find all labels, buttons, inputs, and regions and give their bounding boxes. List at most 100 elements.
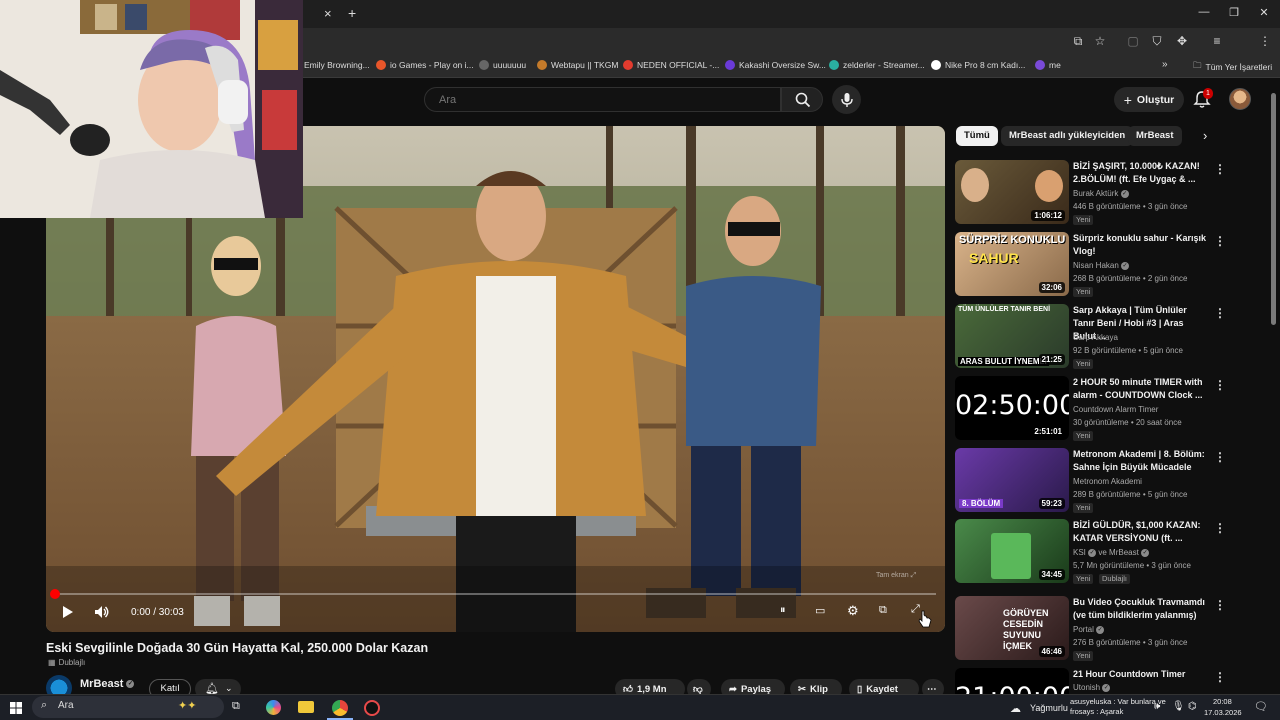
- puzzle-icon[interactable]: ✥: [1175, 34, 1189, 48]
- weather-label[interactable]: Yağmurlu: [1030, 703, 1068, 713]
- more-vertical-icon[interactable]: ⋮: [1214, 306, 1226, 320]
- more-vertical-icon[interactable]: ⋮: [1214, 670, 1225, 684]
- recommendation-title[interactable]: Metronom Akademi | 8. Bölüm: Sahne İçin …: [1073, 448, 1207, 474]
- restore-icon[interactable]: ❐: [1226, 6, 1242, 19]
- recommendation-item[interactable]: 1:06:12 BİZİ ŞAŞIRT, 10.000₺ KAZAN! 2.BÖ…: [955, 160, 1226, 226]
- chip-channel[interactable]: MrBeast: [1128, 126, 1182, 146]
- recommendation-title[interactable]: 21 Hour Countdown Timer: [1073, 668, 1207, 681]
- more-vertical-icon[interactable]: ⋮: [1214, 234, 1226, 248]
- bookmark-favicon-icon: [376, 60, 386, 70]
- obs-icon[interactable]: [364, 700, 380, 716]
- recommendation-channel[interactable]: Portal ✓: [1073, 625, 1105, 634]
- clock-time[interactable]: 20:08: [1213, 697, 1232, 706]
- recommendation-item[interactable]: 34:45 BİZİ GÜLDÜR, $1,000 KAZAN: KATAR V…: [955, 519, 1226, 585]
- bookmark-item[interactable]: Kakashi Oversize Sw...: [725, 60, 826, 70]
- bookmark-item[interactable]: io Games - Play on i...: [376, 60, 474, 70]
- more-vertical-icon[interactable]: ⋮: [1214, 378, 1226, 392]
- network-icon[interactable]: ⌬: [1188, 701, 1197, 712]
- video-thumbnail[interactable]: 21:00:00: [955, 668, 1069, 694]
- play-icon[interactable]: [60, 605, 74, 619]
- subtitles-icon[interactable]: ▭: [815, 604, 825, 617]
- video-thumbnail[interactable]: TÜM ÜNLÜLER TANIR BENİ ARAS BULUT İYNEML…: [955, 304, 1069, 368]
- bookmark-item[interactable]: uuuuuuu: [479, 60, 526, 70]
- search-button[interactable]: [781, 87, 823, 112]
- recommendation-title[interactable]: Bu Video Çocukluk Travmamdı (ve tüm bild…: [1073, 596, 1207, 622]
- chrome-icon[interactable]: [332, 700, 348, 716]
- channel-name[interactable]: MrBeast ✓: [80, 678, 135, 690]
- more-bookmarks-icon[interactable]: »: [1162, 59, 1168, 70]
- recommendation-channel[interactable]: Utonish ✓: [1073, 683, 1111, 692]
- recommendation-item[interactable]: 02:50:00 2:51:01 2 HOUR 50 minute TIMER …: [955, 376, 1226, 442]
- close-tab-icon[interactable]: ×: [324, 6, 332, 21]
- menu-kebab-icon[interactable]: ⋮: [1258, 34, 1272, 48]
- chip-from-uploader[interactable]: MrBeast adlı yükleyiciden: [1001, 126, 1134, 146]
- miniplayer-icon[interactable]: ⧉: [879, 604, 887, 617]
- video-thumbnail[interactable]: 34:45: [955, 519, 1069, 583]
- volume-tray-icon[interactable]: 🕪︎: [1154, 701, 1160, 712]
- recommendation-channel[interactable]: Burak Aktürk ✓: [1073, 189, 1129, 198]
- task-view-icon[interactable]: ⧉: [232, 700, 240, 713]
- duration-badge: 21:25: [1038, 354, 1065, 365]
- chip-all[interactable]: Tümü: [956, 126, 998, 146]
- close-window-icon[interactable]: ✕: [1256, 6, 1272, 19]
- bookmark-item[interactable]: Webtapu || TKGM: [537, 60, 618, 70]
- bookmark-item[interactable]: me: [1035, 60, 1061, 70]
- copilot-icon[interactable]: [266, 700, 281, 715]
- search-input[interactable]: [424, 87, 781, 112]
- voice-search-button[interactable]: [832, 85, 861, 114]
- windows-start-icon[interactable]: [10, 702, 22, 714]
- recommendation-item[interactable]: 21:00:00 21 Hour Countdown Timer Utonish…: [955, 668, 1225, 694]
- video-thumbnail[interactable]: 1:06:12: [955, 160, 1069, 224]
- create-button[interactable]: + Oluştur: [1114, 87, 1184, 112]
- recommendation-channel[interactable]: Metronom Akademi: [1073, 477, 1142, 486]
- bookmark-item[interactable]: Emily Browning...: [304, 60, 370, 70]
- recommendation-channel[interactable]: Sarp Akkaya: [1073, 333, 1118, 342]
- recommendation-title[interactable]: 2 HOUR 50 minute TIMER with alarm - COUN…: [1073, 376, 1207, 402]
- media-icon[interactable]: ≡: [1210, 34, 1224, 48]
- channel-label: Utonish: [1073, 683, 1101, 692]
- recommendation-title[interactable]: BİZİ ŞAŞIRT, 10.000₺ KAZAN! 2.BÖLÜM! (ft…: [1073, 160, 1207, 186]
- scissors-icon: ✂: [798, 683, 806, 695]
- video-thumbnail[interactable]: 02:50:00 2:51:01: [955, 376, 1069, 440]
- video-thumbnail[interactable]: GÖRÜYEN CESEDİN SUYUNU İÇMEK 46:46: [955, 596, 1069, 660]
- clock-date[interactable]: 17.03.2026: [1204, 708, 1242, 717]
- minimize-icon[interactable]: —: [1196, 6, 1212, 18]
- bookmark-star-icon[interactable]: ☆: [1093, 34, 1107, 48]
- weather-icon[interactable]: ☁: [1010, 702, 1021, 715]
- bookmark-item[interactable]: Nike Pro 8 cm Kadı...: [931, 60, 1025, 70]
- taskbar-search-label: Ara: [58, 700, 74, 711]
- more-vertical-icon[interactable]: ⋮: [1214, 598, 1226, 612]
- more-vertical-icon[interactable]: ⋮: [1214, 450, 1226, 464]
- taskbar-search-box[interactable]: ⌕ Ara ✦✦: [32, 696, 224, 718]
- video-thumbnail[interactable]: SÜRPRİZ KONUKLU SAHUR 32:06: [955, 232, 1069, 296]
- settings-gear-icon[interactable]: ⚙: [847, 603, 859, 619]
- notification-center-icon[interactable]: 🗨︎: [1254, 700, 1268, 713]
- extension-icon[interactable]: ▢: [1126, 34, 1140, 48]
- recommendation-title[interactable]: Sürpriz konuklu sahur - Karışık Vlog!: [1073, 232, 1207, 258]
- recommendation-channel[interactable]: KSI ✓ ve MrBeast ✓: [1073, 548, 1150, 557]
- bookmark-item[interactable]: zelderler - Streamer...: [829, 60, 925, 70]
- volume-icon[interactable]: [94, 605, 110, 619]
- recommendation-channel[interactable]: Countdown Alarm Timer: [1073, 405, 1158, 414]
- more-vertical-icon[interactable]: ⋮: [1214, 521, 1226, 535]
- all-bookmarks-folder[interactable]: 🗀 Tüm Yer İşaretleri: [1193, 60, 1272, 74]
- video-thumbnail[interactable]: 8. BÖLÜM 59:23: [955, 448, 1069, 512]
- install-app-icon[interactable]: ⧉: [1071, 34, 1085, 48]
- new-tab-button[interactable]: +: [348, 5, 356, 21]
- scrollbar-thumb[interactable]: [1271, 93, 1276, 325]
- shield-icon[interactable]: ⛉: [1150, 34, 1164, 48]
- more-vertical-icon[interactable]: ⋮: [1214, 162, 1226, 176]
- autoplay-toggle-icon[interactable]: ⏸: [780, 604, 786, 617]
- recommendation-title[interactable]: BİZİ GÜLDÜR, $1,000 KAZAN: KATAR VERSİYO…: [1073, 519, 1207, 545]
- microphone-tray-icon[interactable]: 🎙︎: [1172, 701, 1185, 712]
- file-explorer-icon[interactable]: [298, 701, 314, 713]
- bookmark-item[interactable]: NEDEN OFFICIAL -...: [623, 60, 719, 70]
- chips-next-chevron-icon[interactable]: ›: [1203, 128, 1207, 143]
- recommendation-item[interactable]: TÜM ÜNLÜLER TANIR BENİ ARAS BULUT İYNEML…: [955, 304, 1226, 370]
- recommendation-item[interactable]: 8. BÖLÜM 59:23 Metronom Akademi | 8. Böl…: [955, 448, 1226, 514]
- recommendation-item[interactable]: SÜRPRİZ KONUKLU SAHUR 32:06 Sürpriz konu…: [955, 232, 1226, 298]
- bookmark-favicon-icon: [829, 60, 839, 70]
- recommendation-item[interactable]: GÖRÜYEN CESEDİN SUYUNU İÇMEK 46:46 Bu Vi…: [955, 596, 1226, 662]
- recommendation-channel[interactable]: Nisan Hakan ✓: [1073, 261, 1130, 270]
- account-avatar[interactable]: [1229, 88, 1251, 110]
